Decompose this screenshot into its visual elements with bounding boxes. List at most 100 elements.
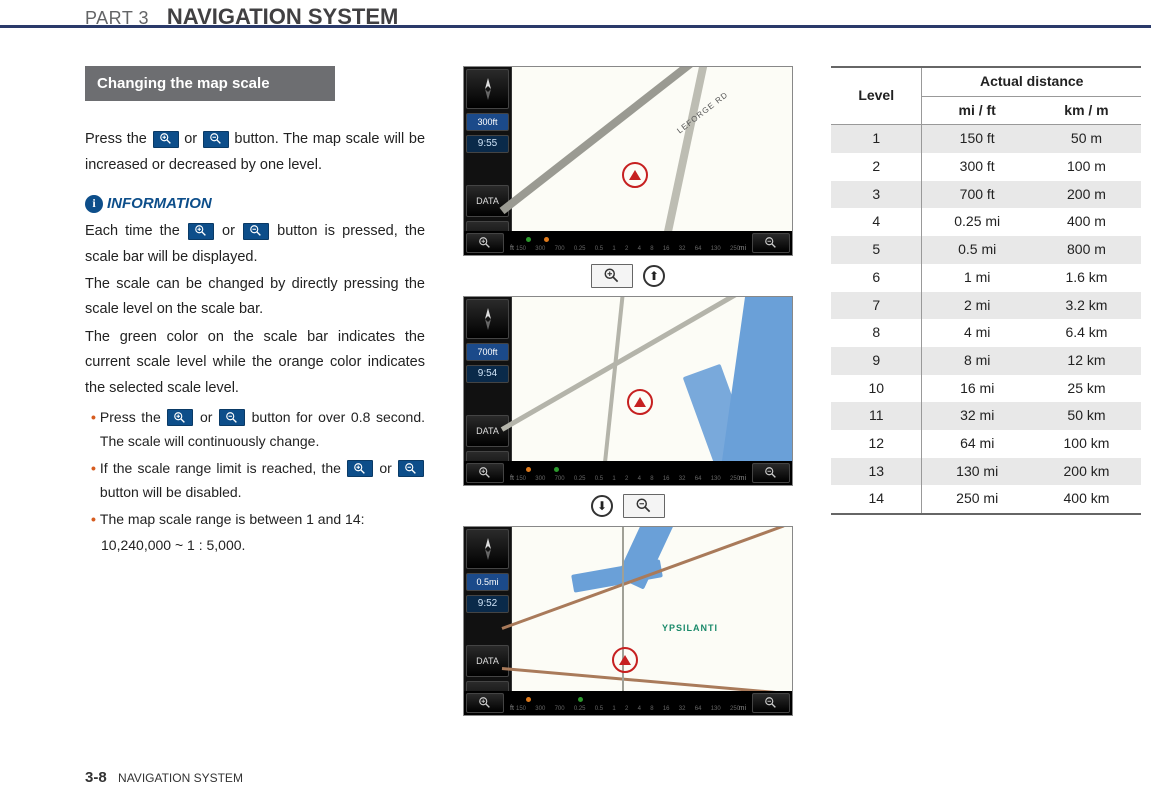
table-cell: 0.25 mi xyxy=(922,208,1032,236)
table-row: 61 mi1.6 km xyxy=(831,264,1141,292)
zoom-out-button[interactable] xyxy=(752,693,790,713)
map-canvas[interactable] xyxy=(512,297,792,461)
city-label: YPSILANTI xyxy=(662,622,718,636)
zoom-in-icon xyxy=(591,264,633,288)
compass-icon[interactable] xyxy=(466,529,509,569)
bullet-icon: • xyxy=(91,456,96,505)
table-cell: 5 xyxy=(831,236,922,264)
map-canvas[interactable]: LEFORGE RD xyxy=(512,67,792,231)
zoom-out-button[interactable] xyxy=(752,463,790,483)
th-kmm: km / m xyxy=(1032,96,1141,125)
table-cell: 100 km xyxy=(1032,430,1141,458)
table-cell: 1.6 km xyxy=(1032,264,1141,292)
zoom-in-button[interactable] xyxy=(466,693,504,713)
table-row: 14250 mi400 km xyxy=(831,485,1141,514)
scale-numbers: 1503007000.250.51248163264130250 xyxy=(516,245,740,254)
vehicle-marker-icon xyxy=(622,162,648,188)
clock-badge: 9:54 xyxy=(466,365,509,383)
page-footer: 3-8 NAVIGATION SYSTEM xyxy=(85,766,243,789)
unit-ft: ft xyxy=(510,474,514,485)
table-cell: 400 km xyxy=(1032,485,1141,514)
unit-ft: ft xyxy=(510,244,514,255)
scale-badge[interactable]: 0.5mi xyxy=(466,573,509,591)
info-p2: The scale can be changed by directly pre… xyxy=(85,272,425,323)
data-button[interactable]: DATA xyxy=(466,645,509,677)
scale-selected-dot-icon xyxy=(526,467,531,472)
table-cell: 200 m xyxy=(1032,181,1141,209)
transition-down: ⬇ xyxy=(591,494,665,518)
zoom-in-icon xyxy=(347,460,373,477)
table-row: 1132 mi50 km xyxy=(831,402,1141,430)
table-cell: 64 mi xyxy=(922,430,1032,458)
transition-up: ⬆ xyxy=(591,264,665,288)
b2b: or xyxy=(379,460,397,476)
table-row: 72 mi3.2 km xyxy=(831,292,1141,320)
table-row: 1150 ft50 m xyxy=(831,125,1141,153)
zoom-in-button[interactable] xyxy=(466,233,504,253)
map-screenshot-2: 700ft 9:54 DATA POI ft xyxy=(463,296,793,486)
info-p1: Each time the or button is pressed, the … xyxy=(85,219,425,270)
table-row: 50.5 mi800 m xyxy=(831,236,1141,264)
table-row: 1264 mi100 km xyxy=(831,430,1141,458)
screenshot-column: 300ft 9:55 DATA POI LEFORGE RD ft xyxy=(453,66,803,716)
table-body: 1150 ft50 m2300 ft100 m3700 ft200 m40.25… xyxy=(831,125,1141,514)
table-cell: 1 mi xyxy=(922,264,1032,292)
scale-bar[interactable]: ft mi 1503007000.250.51248163264130250 xyxy=(506,233,750,253)
table-row: 13130 mi200 km xyxy=(831,458,1141,486)
info-p1a: Each time the xyxy=(85,223,187,239)
scale-badge[interactable]: 300ft xyxy=(466,113,509,131)
table-cell: 1 xyxy=(831,125,922,153)
map-screenshot-1: 300ft 9:55 DATA POI LEFORGE RD ft xyxy=(463,66,793,256)
zoom-out-button[interactable] xyxy=(752,233,790,253)
info-p1b: or xyxy=(222,223,242,239)
clock-badge: 9:55 xyxy=(466,135,509,153)
compass-icon[interactable] xyxy=(466,69,509,109)
compass-icon[interactable] xyxy=(466,299,509,339)
scale-selected-dot-icon xyxy=(544,237,549,242)
vehicle-marker-icon xyxy=(612,647,638,673)
list-item: • If the scale range limit is reached, t… xyxy=(91,456,425,505)
scale-numbers: 1503007000.250.51248163264130250 xyxy=(516,475,740,484)
arrow-down-icon: ⬇ xyxy=(591,495,613,517)
th-actual-distance: Actual distance xyxy=(922,67,1141,96)
info-p3: The green color on the scale bar indicat… xyxy=(85,325,425,401)
intro-text-a: Press the xyxy=(85,131,152,147)
scale-bar[interactable]: ft mi 1503007000.250.51248163264130250 xyxy=(506,693,750,713)
th-mift: mi / ft xyxy=(922,96,1032,125)
scale-bar[interactable]: ft mi 1503007000.250.51248163264130250 xyxy=(506,463,750,483)
table-row: 98 mi12 km xyxy=(831,347,1141,375)
table-cell: 6 xyxy=(831,264,922,292)
vehicle-marker-icon xyxy=(627,389,653,415)
footer-section: NAVIGATION SYSTEM xyxy=(118,771,243,785)
table-cell: 3.2 km xyxy=(1032,292,1141,320)
zoom-in-icon xyxy=(188,223,214,240)
zoom-out-icon xyxy=(623,494,665,518)
zoom-in-button[interactable] xyxy=(466,463,504,483)
unit-ft: ft xyxy=(510,704,514,715)
scale-badge[interactable]: 700ft xyxy=(466,343,509,361)
table-cell: 150 ft xyxy=(922,125,1032,153)
table-cell: 3 xyxy=(831,181,922,209)
table-cell: 11 xyxy=(831,402,922,430)
table-cell: 2 xyxy=(831,153,922,181)
table-cell: 16 mi xyxy=(922,375,1032,403)
table-cell: 12 xyxy=(831,430,922,458)
section-title: Changing the map scale xyxy=(85,66,335,101)
info-icon: i xyxy=(85,195,103,213)
table-cell: 4 mi xyxy=(922,319,1032,347)
intro-text-b: or xyxy=(184,131,202,147)
table-cell: 250 mi xyxy=(922,485,1032,514)
page-number: 3-8 xyxy=(85,769,107,786)
map-canvas[interactable]: YPSILANTI xyxy=(512,527,792,691)
table-cell: 32 mi xyxy=(922,402,1032,430)
table-cell: 130 mi xyxy=(922,458,1032,486)
page-header: PART 3 NAVIGATION SYSTEM xyxy=(0,0,1151,28)
scale-current-dot-icon xyxy=(578,697,583,702)
clock-badge: 9:52 xyxy=(466,595,509,613)
scale-table: Level Actual distance mi / ft km / m 115… xyxy=(831,66,1141,515)
scale-numbers: 1503007000.250.51248163264130250 xyxy=(516,705,740,714)
table-cell: 8 xyxy=(831,319,922,347)
list-item: • Press the or button for over 0.8 secon… xyxy=(91,405,425,454)
zoom-out-icon xyxy=(219,409,245,426)
table-cell: 13 xyxy=(831,458,922,486)
